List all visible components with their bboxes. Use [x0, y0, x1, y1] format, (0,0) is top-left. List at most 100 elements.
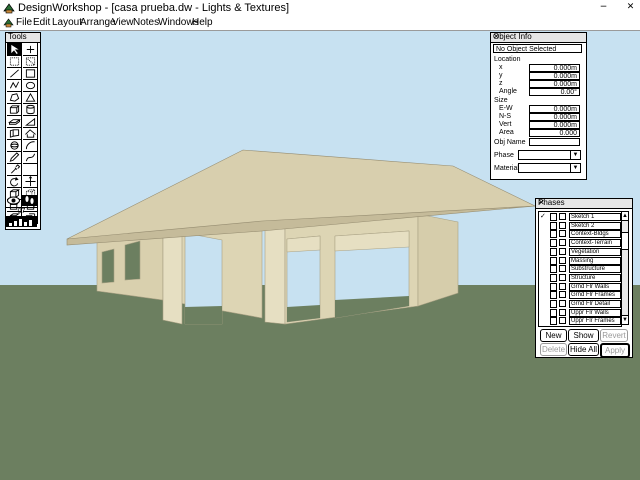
visibility-box[interactable] — [550, 221, 557, 230]
object-info-title-bar[interactable]: Object Info ✕ — [491, 32, 586, 43]
phase-lock-icon[interactable] — [559, 273, 566, 281]
phase-row[interactable]: Structure — [539, 273, 621, 282]
visibility-box[interactable] — [550, 230, 557, 239]
close-button[interactable]: ✕ — [625, 2, 636, 13]
menu-file[interactable]: File — [16, 16, 32, 30]
apply-button[interactable]: Apply — [600, 343, 630, 358]
phase-name[interactable]: Sketch 2 — [569, 221, 621, 230]
minimize-button[interactable]: − — [598, 2, 609, 13]
visibility-box[interactable] — [550, 273, 557, 282]
z-field[interactable]: 0.000m — [529, 80, 580, 88]
ns-field[interactable]: 0.000m — [529, 113, 580, 121]
phase-lock-icon[interactable] — [559, 256, 566, 264]
scroll-thumb[interactable] — [622, 232, 628, 250]
show-all-button[interactable]: Show All — [568, 329, 599, 351]
phase-row[interactable]: Grnd Flr Detail — [539, 300, 621, 308]
phase-dropdown[interactable]: ▼ — [518, 150, 581, 160]
phase-lock-icon[interactable] — [559, 300, 566, 307]
eye-tool[interactable] — [7, 227, 22, 239]
empty-check[interactable] — [540, 248, 548, 256]
empty-check[interactable] — [540, 274, 548, 282]
angle-field[interactable]: 0.00° — [529, 88, 580, 96]
phase-row[interactable]: Context-Bldgs — [539, 230, 621, 239]
empty-check[interactable] — [540, 283, 548, 291]
ew-field[interactable]: 0.000m — [529, 105, 580, 113]
eye-icon[interactable] — [6, 195, 21, 206]
phase-row[interactable]: Substructure — [539, 265, 621, 274]
phase-name[interactable]: Substructure — [569, 265, 621, 274]
phase-lock-icon[interactable] — [559, 317, 566, 325]
visibility-box[interactable] — [550, 213, 557, 221]
menu-edit[interactable]: Edit — [33, 16, 50, 30]
phases-title-bar[interactable]: Phases ✕ — [536, 198, 632, 209]
phase-name[interactable]: Uppr Flr Frames — [569, 317, 621, 326]
phase-lock-icon[interactable] — [559, 239, 566, 247]
phase-lock-icon[interactable] — [559, 247, 566, 255]
walk-tool[interactable] — [22, 195, 37, 206]
visibility-box[interactable] — [550, 317, 557, 326]
obj-name-field[interactable] — [529, 138, 580, 146]
empty-check[interactable] — [540, 291, 548, 299]
phase-row[interactable]: Grnd Flr Frames — [539, 291, 621, 300]
menu-help[interactable]: Help — [192, 16, 213, 30]
vert-field[interactable]: 0.000m — [529, 121, 580, 129]
tools-title-bar[interactable]: Tools — [6, 32, 40, 43]
phase-row[interactable]: Vegetation — [539, 247, 621, 256]
visibility-box[interactable] — [550, 282, 557, 291]
empty-check[interactable] — [540, 265, 548, 273]
empty-check[interactable] — [540, 309, 548, 317]
scroll-up-icon[interactable]: ▲ — [622, 212, 628, 221]
visibility-box[interactable] — [550, 247, 557, 256]
scroll-down-icon[interactable]: ▼ — [622, 315, 628, 324]
phase-row[interactable]: Context-Terrain — [539, 239, 621, 248]
checkmark-icon[interactable]: ✓ — [540, 213, 548, 221]
hide-all-button[interactable]: Hide All — [568, 343, 599, 356]
menu-view[interactable]: View — [112, 16, 134, 30]
phase-name[interactable]: Structure — [569, 273, 621, 282]
phase-name[interactable]: Context-Bldgs — [569, 230, 621, 239]
menu-arrange[interactable]: Arrange — [80, 16, 116, 30]
object-info-close-icon[interactable]: ✕ — [493, 32, 584, 42]
phase-name[interactable]: Grnd Flr Frames — [569, 291, 621, 300]
phase-row[interactable]: Massing — [539, 256, 621, 265]
area-field[interactable]: 0.000 — [529, 129, 580, 137]
visibility-box[interactable] — [550, 308, 557, 317]
new-phase-button[interactable]: New — [540, 329, 567, 342]
phases-close-icon[interactable]: ✕ — [538, 198, 630, 208]
visibility-box[interactable] — [550, 300, 557, 308]
phase-row[interactable]: Uppr Flr Walls — [539, 308, 621, 317]
empty-check[interactable] — [540, 317, 548, 325]
phase-lock-icon[interactable] — [559, 265, 566, 273]
phase-row[interactable]: Grnd Flr Walls — [539, 282, 621, 291]
phase-name[interactable]: Uppr Flr Walls — [569, 308, 621, 317]
visibility-box[interactable] — [550, 291, 557, 300]
empty-check[interactable] — [540, 222, 548, 230]
empty-check[interactable] — [540, 300, 548, 308]
empty-check[interactable] — [540, 239, 548, 247]
menu-layout[interactable]: Layout — [52, 16, 82, 30]
visibility-box[interactable] — [550, 239, 557, 248]
phase-name[interactable]: Context-Terrain — [569, 239, 621, 248]
menu-notes[interactable]: Notes — [133, 16, 159, 30]
delete-button[interactable]: Delete — [540, 343, 567, 356]
zoom-level-bars-icon[interactable] — [6, 216, 37, 227]
visibility-box[interactable] — [550, 265, 557, 274]
phase-name[interactable]: Grnd Flr Walls — [569, 282, 621, 291]
empty-check[interactable] — [540, 257, 548, 265]
phase-row[interactable]: Sketch 2 — [539, 221, 621, 230]
revert-button[interactable]: Revert — [600, 329, 628, 342]
phase-lock-icon[interactable] — [559, 213, 566, 220]
phase-name[interactable]: Grnd Flr Detail — [569, 300, 621, 308]
document-icon[interactable] — [3, 17, 14, 28]
phase-lock-icon[interactable] — [559, 282, 566, 290]
phase-name[interactable]: Massing — [569, 256, 621, 265]
phase-lock-icon[interactable] — [559, 221, 566, 229]
phases-scrollbar[interactable]: ▲ ▼ — [621, 211, 629, 325]
material-dropdown[interactable]: ▼ — [518, 163, 581, 173]
visibility-box[interactable] — [550, 256, 557, 265]
phase-name[interactable]: Vegetation — [569, 247, 621, 256]
phase-row[interactable]: Uppr Flr Frames — [539, 317, 621, 326]
x-field[interactable]: 0.000m — [529, 64, 580, 72]
phase-lock-icon[interactable] — [559, 308, 566, 316]
phase-name[interactable]: Sketch 1 — [569, 213, 621, 221]
